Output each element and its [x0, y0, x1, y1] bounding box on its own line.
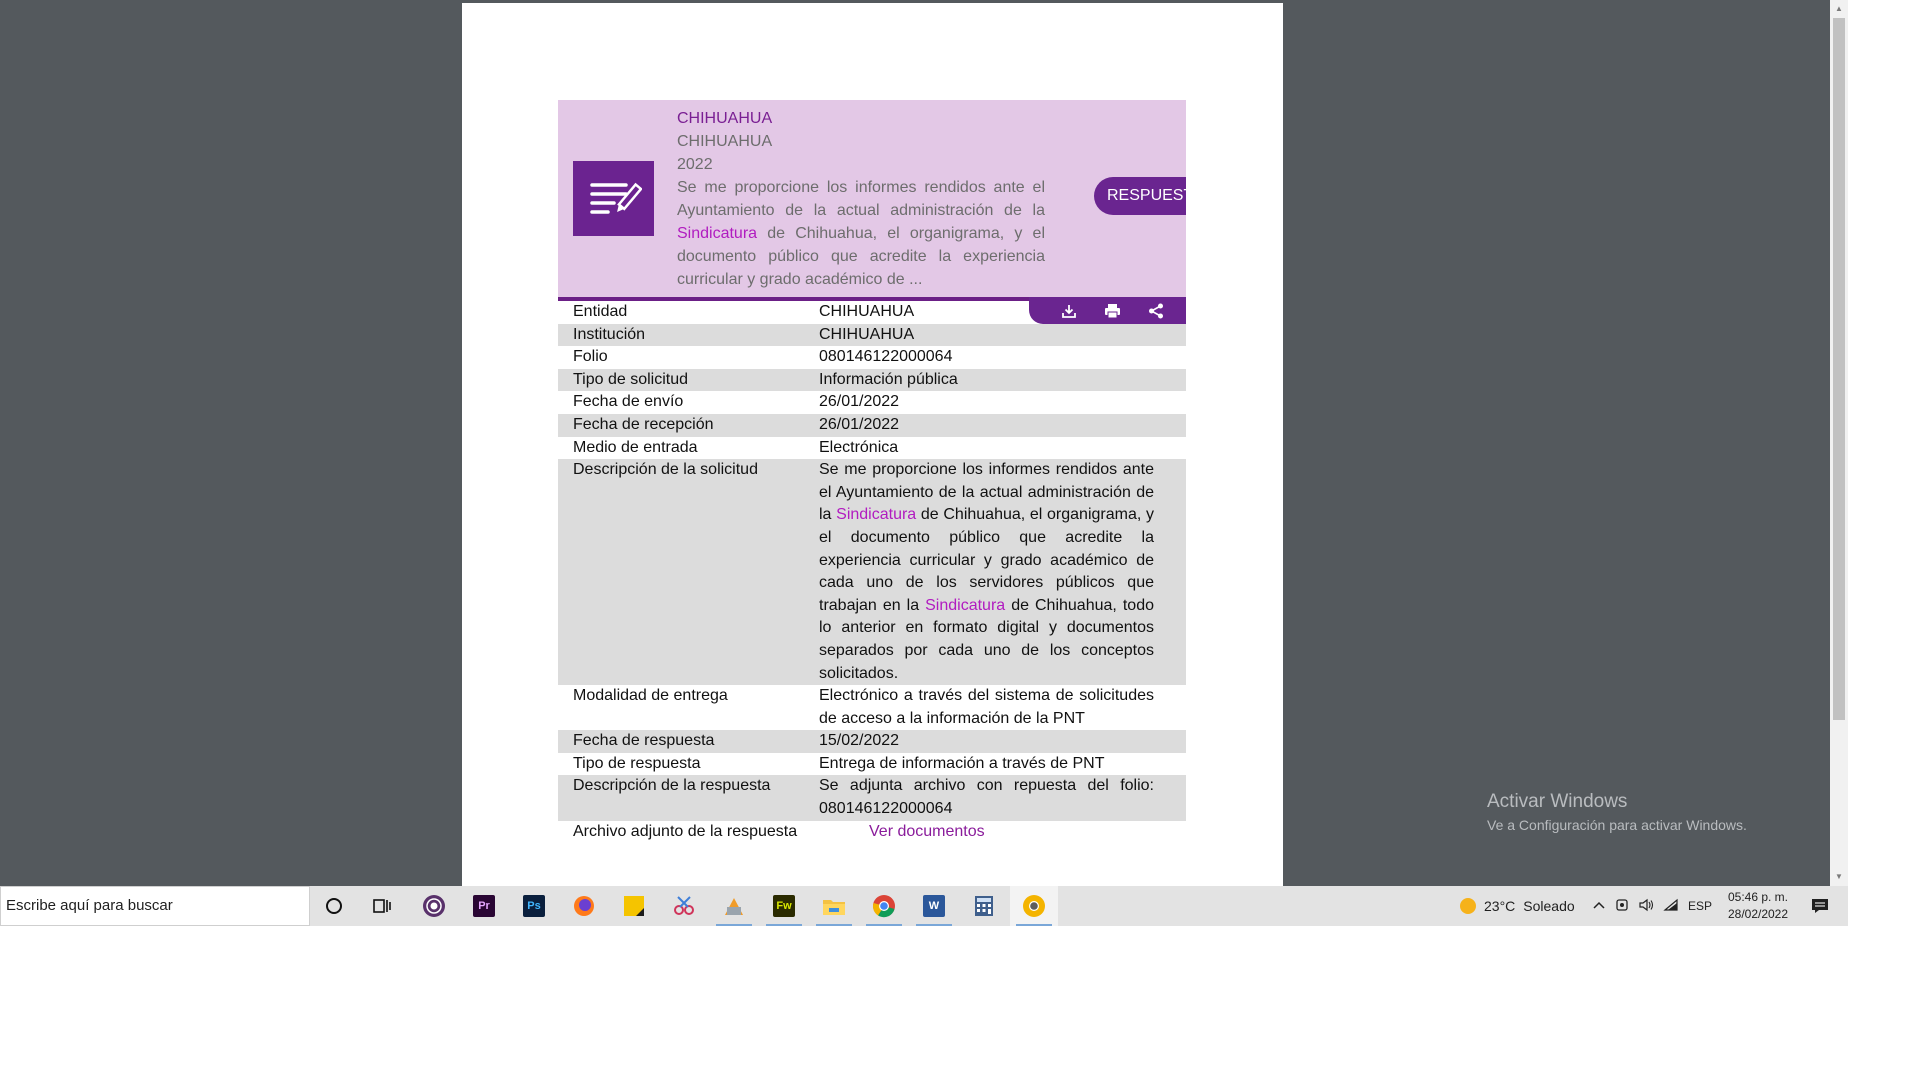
table-row: Medio de entrada Electrónica	[558, 437, 1186, 460]
row-label: Descripción de la solicitud	[573, 461, 758, 479]
request-details-table: Entidad CHIHUAHUA Institución CHIHUAHUA Foli…	[558, 301, 1186, 843]
row-label: Folio	[573, 348, 608, 366]
table-row: Institución CHIHUAHUA	[558, 323, 1186, 347]
system-tray: ESP	[1592, 886, 1712, 926]
weather-temp: 23°C	[1484, 898, 1516, 914]
task-view-icon[interactable]	[358, 886, 406, 926]
header-entity: CHIHUAHUA	[677, 110, 773, 127]
row-label: Fecha de envío	[573, 393, 684, 411]
summary-highlight: Sindicatura	[677, 225, 758, 242]
taskbar-search-input[interactable]: Escribe aquí para buscar	[0, 886, 310, 926]
table-row: Archivo adjunto de la respuesta Ver docu…	[558, 821, 1186, 844]
row-value: 15/02/2022	[819, 732, 900, 750]
sun-icon	[1460, 898, 1476, 914]
card-toolbar	[1029, 297, 1186, 324]
language-indicator[interactable]: ESP	[1688, 899, 1712, 913]
table-row: Tipo de respuesta Entrega de información …	[558, 753, 1186, 776]
row-value: Entrega de información a través de PNT	[819, 754, 1105, 772]
row-label: Fecha de recepción	[573, 415, 714, 433]
header-institution: CHIHUAHUA	[677, 133, 773, 150]
ver-documentos-link[interactable]: Ver documentos	[819, 821, 1154, 844]
illustrator-icon[interactable]	[710, 886, 758, 926]
fireworks-icon[interactable]: Fw	[760, 886, 808, 926]
row-value: 080146122000064	[819, 348, 953, 366]
respuesta-button[interactable]: RESPUESTA	[1094, 177, 1186, 215]
photoshop-glyph: Ps	[523, 895, 545, 917]
row-value: Se adjunta archivo con repuesta del foli…	[819, 777, 1154, 818]
download-icon[interactable]	[1061, 303, 1077, 319]
system-clock[interactable]: 05:46 p. m. 28/02/2022	[1724, 889, 1792, 923]
row-value: 26/01/2022	[819, 415, 900, 433]
row-value: Electrónico a través del sistema de soli…	[819, 687, 1154, 727]
windows-taskbar: Escribe aquí para buscar Pr Ps Fw W 23°C…	[0, 886, 1848, 926]
chrome-icon[interactable]	[860, 886, 908, 926]
header-text: CHIHUAHUA CHIHUAHUA 2022 Se me proporcio…	[677, 107, 1045, 291]
premiere-icon[interactable]: Pr	[460, 886, 508, 926]
row-label: Tipo de solicitud	[573, 370, 689, 388]
row-label: Institución	[573, 325, 646, 343]
row-label: Descripción de la respuesta	[573, 777, 771, 795]
table-row: Folio 080146122000064	[558, 346, 1186, 369]
scroll-up-arrow[interactable]: ▲	[1830, 0, 1848, 18]
row-value: CHIHUAHUA	[819, 325, 915, 343]
summary-text: Se me proporcione los informes rendidos …	[677, 179, 1045, 219]
weather-condition: Soleado	[1523, 898, 1575, 914]
table-row: Fecha de recepción 26/01/2022	[558, 413, 1186, 437]
tor-browser-icon[interactable]	[410, 886, 458, 926]
premiere-glyph: Pr	[473, 895, 495, 917]
sticky-notes-icon[interactable]	[610, 886, 658, 926]
row-label: Medio de entrada	[573, 438, 698, 456]
header-year: 2022	[677, 156, 713, 173]
calculator-icon[interactable]	[960, 886, 1008, 926]
table-row: Fecha de respuesta 15/02/2022	[558, 730, 1186, 753]
watermark-subtitle: Ve a Configuración para activar Windows.	[1487, 817, 1747, 833]
cortana-icon[interactable]	[310, 886, 358, 926]
watermark-title: Activar Windows	[1487, 791, 1628, 812]
row-label: Fecha de respuesta	[573, 732, 715, 750]
pdf-page: CHIHUAHUA CHIHUAHUA 2022 Se me proporcio…	[462, 3, 1283, 886]
fireworks-glyph: Fw	[773, 895, 795, 917]
clock-date: 28/02/2022	[1727, 907, 1789, 921]
row-label: Tipo de respuesta	[573, 754, 701, 772]
weather-widget[interactable]: 23°C Soleado	[1460, 886, 1575, 926]
row-value: 26/01/2022	[819, 393, 900, 411]
row-label: Modalidad de entrega	[573, 687, 728, 705]
table-row: Tipo de solicitud Información pública	[558, 368, 1186, 392]
value-highlight: Sindicatura	[836, 506, 917, 524]
notification-center-icon[interactable]	[1800, 886, 1840, 926]
document-edit-icon	[573, 161, 654, 236]
table-row: Fecha de envío 26/01/2022	[558, 391, 1186, 414]
scrollbar-thumb[interactable]	[1833, 18, 1845, 720]
row-value: Se me proporcione los informes rendidos …	[819, 459, 1154, 685]
wifi-icon[interactable]	[1663, 898, 1679, 915]
snipping-tool-icon[interactable]	[660, 886, 708, 926]
print-icon[interactable]	[1104, 303, 1121, 319]
request-card-header: CHIHUAHUA CHIHUAHUA 2022 Se me proporcio…	[558, 100, 1186, 301]
meet-now-icon[interactable]	[1615, 898, 1629, 915]
table-row: Descripción de la solicitud Se me propor…	[558, 459, 1186, 686]
screen: CHIHUAHUA CHIHUAHUA 2022 Se me proporcio…	[0, 0, 1848, 926]
scroll-down-arrow[interactable]: ▼	[1830, 868, 1848, 886]
clock-time: 05:46 p. m.	[1727, 890, 1789, 904]
vertical-scrollbar[interactable]: ▲ ▼	[1830, 0, 1848, 886]
row-value: Electrónica	[819, 438, 899, 456]
photoshop-icon[interactable]: Ps	[510, 886, 558, 926]
share-icon[interactable]	[1148, 303, 1164, 319]
chrome-canary-icon[interactable]	[1010, 886, 1058, 926]
header-summary: Se me proporcione los informes rendidos …	[677, 176, 1045, 291]
row-label: Archivo adjunto de la respuesta	[573, 822, 798, 840]
volume-icon[interactable]	[1638, 898, 1654, 915]
row-value: Información pública	[819, 370, 958, 388]
chevron-up-icon[interactable]	[1592, 899, 1606, 913]
row-label: Entidad	[573, 303, 628, 320]
word-glyph: W	[923, 895, 945, 917]
table-row: Descripción de la respuesta Se adjunta ar…	[558, 775, 1186, 821]
firefox-icon[interactable]	[560, 886, 608, 926]
value-highlight: Sindicatura	[925, 596, 1006, 614]
file-explorer-icon[interactable]	[810, 886, 858, 926]
pdf-viewer-background: CHIHUAHUA CHIHUAHUA 2022 Se me proporcio…	[0, 0, 1830, 886]
activate-windows-watermark: Activar Windows Ve a Configuración para …	[1487, 789, 1747, 835]
table-row: Modalidad de entrega Electrónico a través…	[558, 685, 1186, 730]
word-icon[interactable]: W	[910, 886, 958, 926]
